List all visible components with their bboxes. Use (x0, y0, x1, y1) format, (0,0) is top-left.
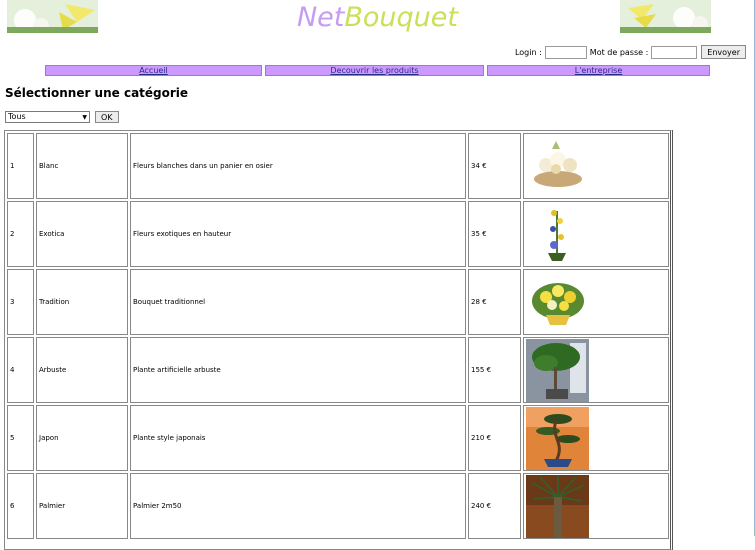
login-label: Login : (514, 47, 542, 57)
product-description: Palmier 2m50 (130, 473, 466, 539)
product-image-cell (523, 405, 669, 471)
product-id: 3 (7, 269, 34, 335)
product-price: 35 € (468, 201, 521, 267)
product-id: 4 (7, 337, 34, 403)
submit-login-button[interactable]: Envoyer (701, 45, 746, 59)
table-row: 1 Blanc Fleurs blanches dans un panier e… (7, 133, 669, 199)
butterfly-flower-image (620, 0, 711, 33)
product-price: 28 € (468, 269, 521, 335)
product-description: Fleurs exotiques en hauteur (130, 201, 466, 267)
product-description: Plante artificielle arbuste (130, 337, 466, 403)
product-price: 34 € (468, 133, 521, 199)
table-row: 3 Tradition Bouquet traditionnel 28 € (7, 269, 669, 335)
product-price: 210 € (468, 405, 521, 471)
nav-company-link[interactable]: L'entreprise (487, 65, 710, 76)
yellow-round-bouquet-image[interactable] (526, 270, 589, 334)
page-title: Sélectionner une catégorie (5, 86, 189, 100)
white-basket-bouquet-image[interactable] (526, 134, 589, 198)
main-nav: Accueil Decouvrir les produits L'entrepr… (45, 65, 713, 76)
product-description: Bouquet traditionnel (130, 269, 466, 335)
product-id: 6 (7, 473, 34, 539)
product-id: 5 (7, 405, 34, 471)
table-row: 6 Palmier Palmier 2m50 240 € (7, 473, 669, 539)
product-description: Plante style japonais (130, 405, 466, 471)
table-row: 2 Exotica Fleurs exotiques en hauteur 35… (7, 201, 669, 267)
product-price: 155 € (468, 337, 521, 403)
product-image-cell (523, 269, 669, 335)
product-description: Fleurs blanches dans un panier en osier (130, 133, 466, 199)
login-form: Login : Mot de passe : Envoyer (512, 45, 746, 59)
product-image-cell (523, 473, 669, 539)
login-input[interactable] (544, 45, 587, 59)
nav-home-link[interactable]: Accueil (45, 65, 262, 76)
product-name: Palmier (36, 473, 128, 539)
product-id: 2 (7, 201, 34, 267)
product-image-cell (523, 133, 669, 199)
category-filter: Tous ▼ OK (5, 111, 119, 123)
product-name: Arbuste (36, 337, 128, 403)
ok-button[interactable]: OK (95, 111, 119, 123)
product-name: Japon (36, 405, 128, 471)
bonsai-plant-image[interactable] (526, 406, 589, 470)
table-row: 5 Japon Plante style japonais 210 € (7, 405, 669, 471)
product-price: 240 € (468, 473, 521, 539)
password-label: Mot de passe : (589, 47, 649, 57)
category-select[interactable]: Tous ▼ (5, 111, 90, 123)
product-image-cell (523, 201, 669, 267)
tall-exotic-flowers-image[interactable] (526, 202, 589, 266)
product-id: 1 (7, 133, 34, 199)
product-table: 1 Blanc Fleurs blanches dans un panier e… (4, 130, 673, 550)
header-banner: NetBouquet (0, 0, 755, 36)
password-input[interactable] (651, 45, 698, 59)
product-name: Tradition (36, 269, 128, 335)
shrub-plant-image[interactable] (526, 338, 589, 402)
table-row: 4 Arbuste Plante artificielle arbuste 15… (7, 337, 669, 403)
dropdown-arrow-icon: ▼ (82, 114, 87, 121)
palm-tree-image[interactable] (526, 474, 589, 538)
product-image-cell (523, 337, 669, 403)
product-name: Blanc (36, 133, 128, 199)
nav-products-link[interactable]: Decouvrir les produits (265, 65, 484, 76)
product-name: Exotica (36, 201, 128, 267)
